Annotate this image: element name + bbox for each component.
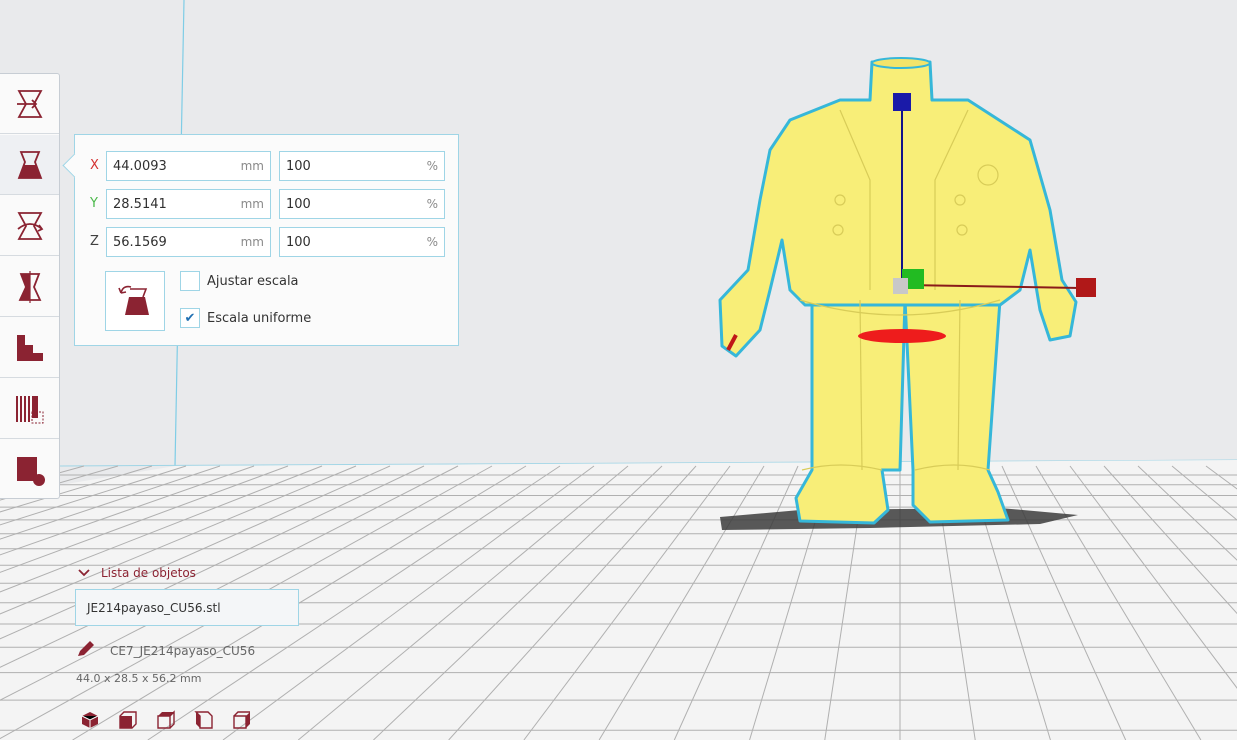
y-percent-input[interactable]: 100 % [279,189,445,219]
z-axis-label: Z [90,234,99,249]
view-top-icon[interactable] [156,710,176,730]
y-axis-row: Y 28.5141 mm 100 % [75,189,458,219]
y-size-input[interactable]: 28.5141 mm [106,189,271,219]
x-percent-input[interactable]: 100 % [279,151,445,181]
move-icon [16,89,43,118]
object-list-title: Lista de objetos [101,566,196,580]
move-tool-button[interactable] [0,74,59,134]
tool-sidebar [0,73,60,499]
3d-viewport[interactable] [0,0,1237,740]
scale-tool-button[interactable] [0,135,59,195]
object-list-toggle[interactable]: Lista de objetos [78,566,196,580]
snap-scaling-checkbox[interactable] [180,271,200,291]
uniform-scaling-option: ✔ Escala uniforme [180,308,311,328]
uniform-scale-handle[interactable] [893,278,908,294]
mirror-icon [18,270,41,303]
rotate-tool-button[interactable] [0,196,59,256]
reset-scale-button[interactable] [105,271,165,331]
scale-panel: X 44.0093 mm 100 % Y 28.5141 mm 100 % Z … [62,134,459,346]
reset-scale-icon [118,285,149,315]
uniform-scaling-checkbox[interactable]: ✔ [180,308,200,328]
overhang-highlight [858,329,946,343]
view-right-icon[interactable] [232,710,252,730]
camera-view-buttons [80,710,252,730]
job-name[interactable]: CE7_JE214payaso_CU56 [110,644,255,658]
pencil-icon[interactable] [76,640,96,662]
x-size-input[interactable]: 44.0093 mm [106,151,271,181]
object-list-item[interactable]: JE214payaso_CU56.stl [75,589,299,626]
chevron-down-icon [78,567,90,580]
support-icon [16,457,45,486]
z-percent-input[interactable]: 100 % [279,227,445,257]
x-axis-row: X 44.0093 mm 100 % [75,151,458,181]
x-axis-label: X [90,158,99,173]
model-dimensions: 44.0 x 28.5 x 56.2 mm [76,672,202,685]
view-front-icon[interactable] [118,710,138,730]
y-axis-label: Y [90,196,98,211]
scale-icon [17,150,42,179]
z-size-input[interactable]: 56.1569 mm [106,227,271,257]
uniform-scaling-label: Escala uniforme [207,310,312,326]
view-left-icon[interactable] [194,710,214,730]
layer-steps-icon [16,334,43,361]
checkmark-icon: ✔ [184,310,196,326]
support-blocker-tool-button[interactable] [0,318,59,378]
per-model-settings-icon [15,395,43,423]
x-scale-handle[interactable] [1076,278,1096,297]
custom-supports-tool-button[interactable] [0,440,59,500]
view-3d-icon[interactable] [80,710,100,730]
snap-scaling-option: Ajustar escala [180,271,299,291]
job-name-row: CE7_JE214payaso_CU56 [76,640,255,662]
z-axis-row: Z 56.1569 mm 100 % [75,227,458,257]
snap-scaling-label: Ajustar escala [207,273,299,289]
mirror-tool-button[interactable] [0,257,59,317]
per-model-settings-tool-button[interactable] [0,379,59,439]
rotate-icon [16,211,43,240]
z-scale-handle[interactable] [893,93,911,111]
